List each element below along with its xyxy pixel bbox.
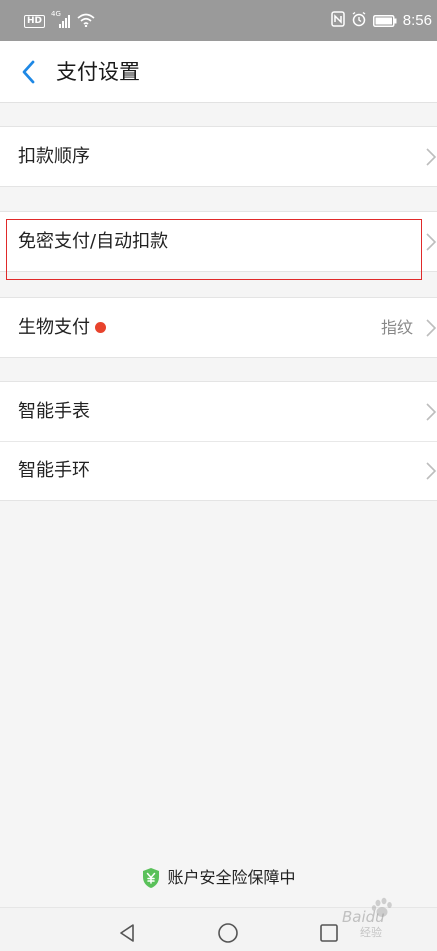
status-bar-left: HD 4G [24,10,95,31]
nav-bar [0,907,437,951]
settings-group-biometric: 生物支付 指纹 [0,297,437,358]
row-label: 智能手环 [18,460,90,481]
security-text: 账户安全险保障中 [167,868,296,887]
settings-group-payment-order: 扣款顺序 [0,126,437,187]
chevron-left-icon [22,60,35,84]
settings-group-wearables: 智能手表 智能手环 [0,381,437,501]
status-bar-right: 8:56 [331,11,432,31]
status-bar: HD 4G 8:56 [0,0,437,41]
header: 支付设置 [0,41,437,103]
back-button[interactable] [12,55,44,89]
page-title: 支付设置 [56,60,140,84]
row-label: 智能手表 [18,400,90,422]
row-label: 扣款顺序 [18,145,90,167]
chevron-right-icon [426,318,437,337]
row-password-free-payment[interactable]: 免密支付/自动扣款 [0,212,437,271]
nfc-icon [331,11,345,31]
home-circle-icon[interactable] [217,922,239,944]
battery-icon [372,12,397,31]
back-triangle-icon[interactable] [116,922,138,944]
chevron-right-icon [426,147,437,166]
chevron-right-icon [426,232,437,251]
row-label-text: 生物支付 [18,316,90,338]
row-label: 免密支付/自动扣款 [18,230,169,252]
chevron-right-icon [426,462,437,480]
settings-group-password-free: 免密支付/自动扣款 [0,211,437,272]
row-payment-order[interactable]: 扣款顺序 [0,127,437,186]
chevron-right-icon [426,402,437,421]
alarm-icon [351,11,367,31]
hd-icon: HD [24,14,46,28]
row-label: 生物支付 [18,316,106,340]
shield-yuan-icon [143,868,160,888]
row-value: 指纹 [380,317,413,337]
signal-icon: 4G [51,10,71,29]
wifi-icon [77,12,95,31]
row-biometric-payment[interactable]: 生物支付 指纹 [0,298,437,357]
row-smart-watch[interactable]: 智能手表 [0,382,437,441]
status-time: 8:56 [402,12,432,29]
row-smart-band[interactable]: 智能手环 [0,441,437,500]
security-note[interactable]: 账户安全险保障中 [0,866,437,890]
recents-square-icon[interactable] [318,922,340,944]
red-dot-badge [95,322,106,333]
